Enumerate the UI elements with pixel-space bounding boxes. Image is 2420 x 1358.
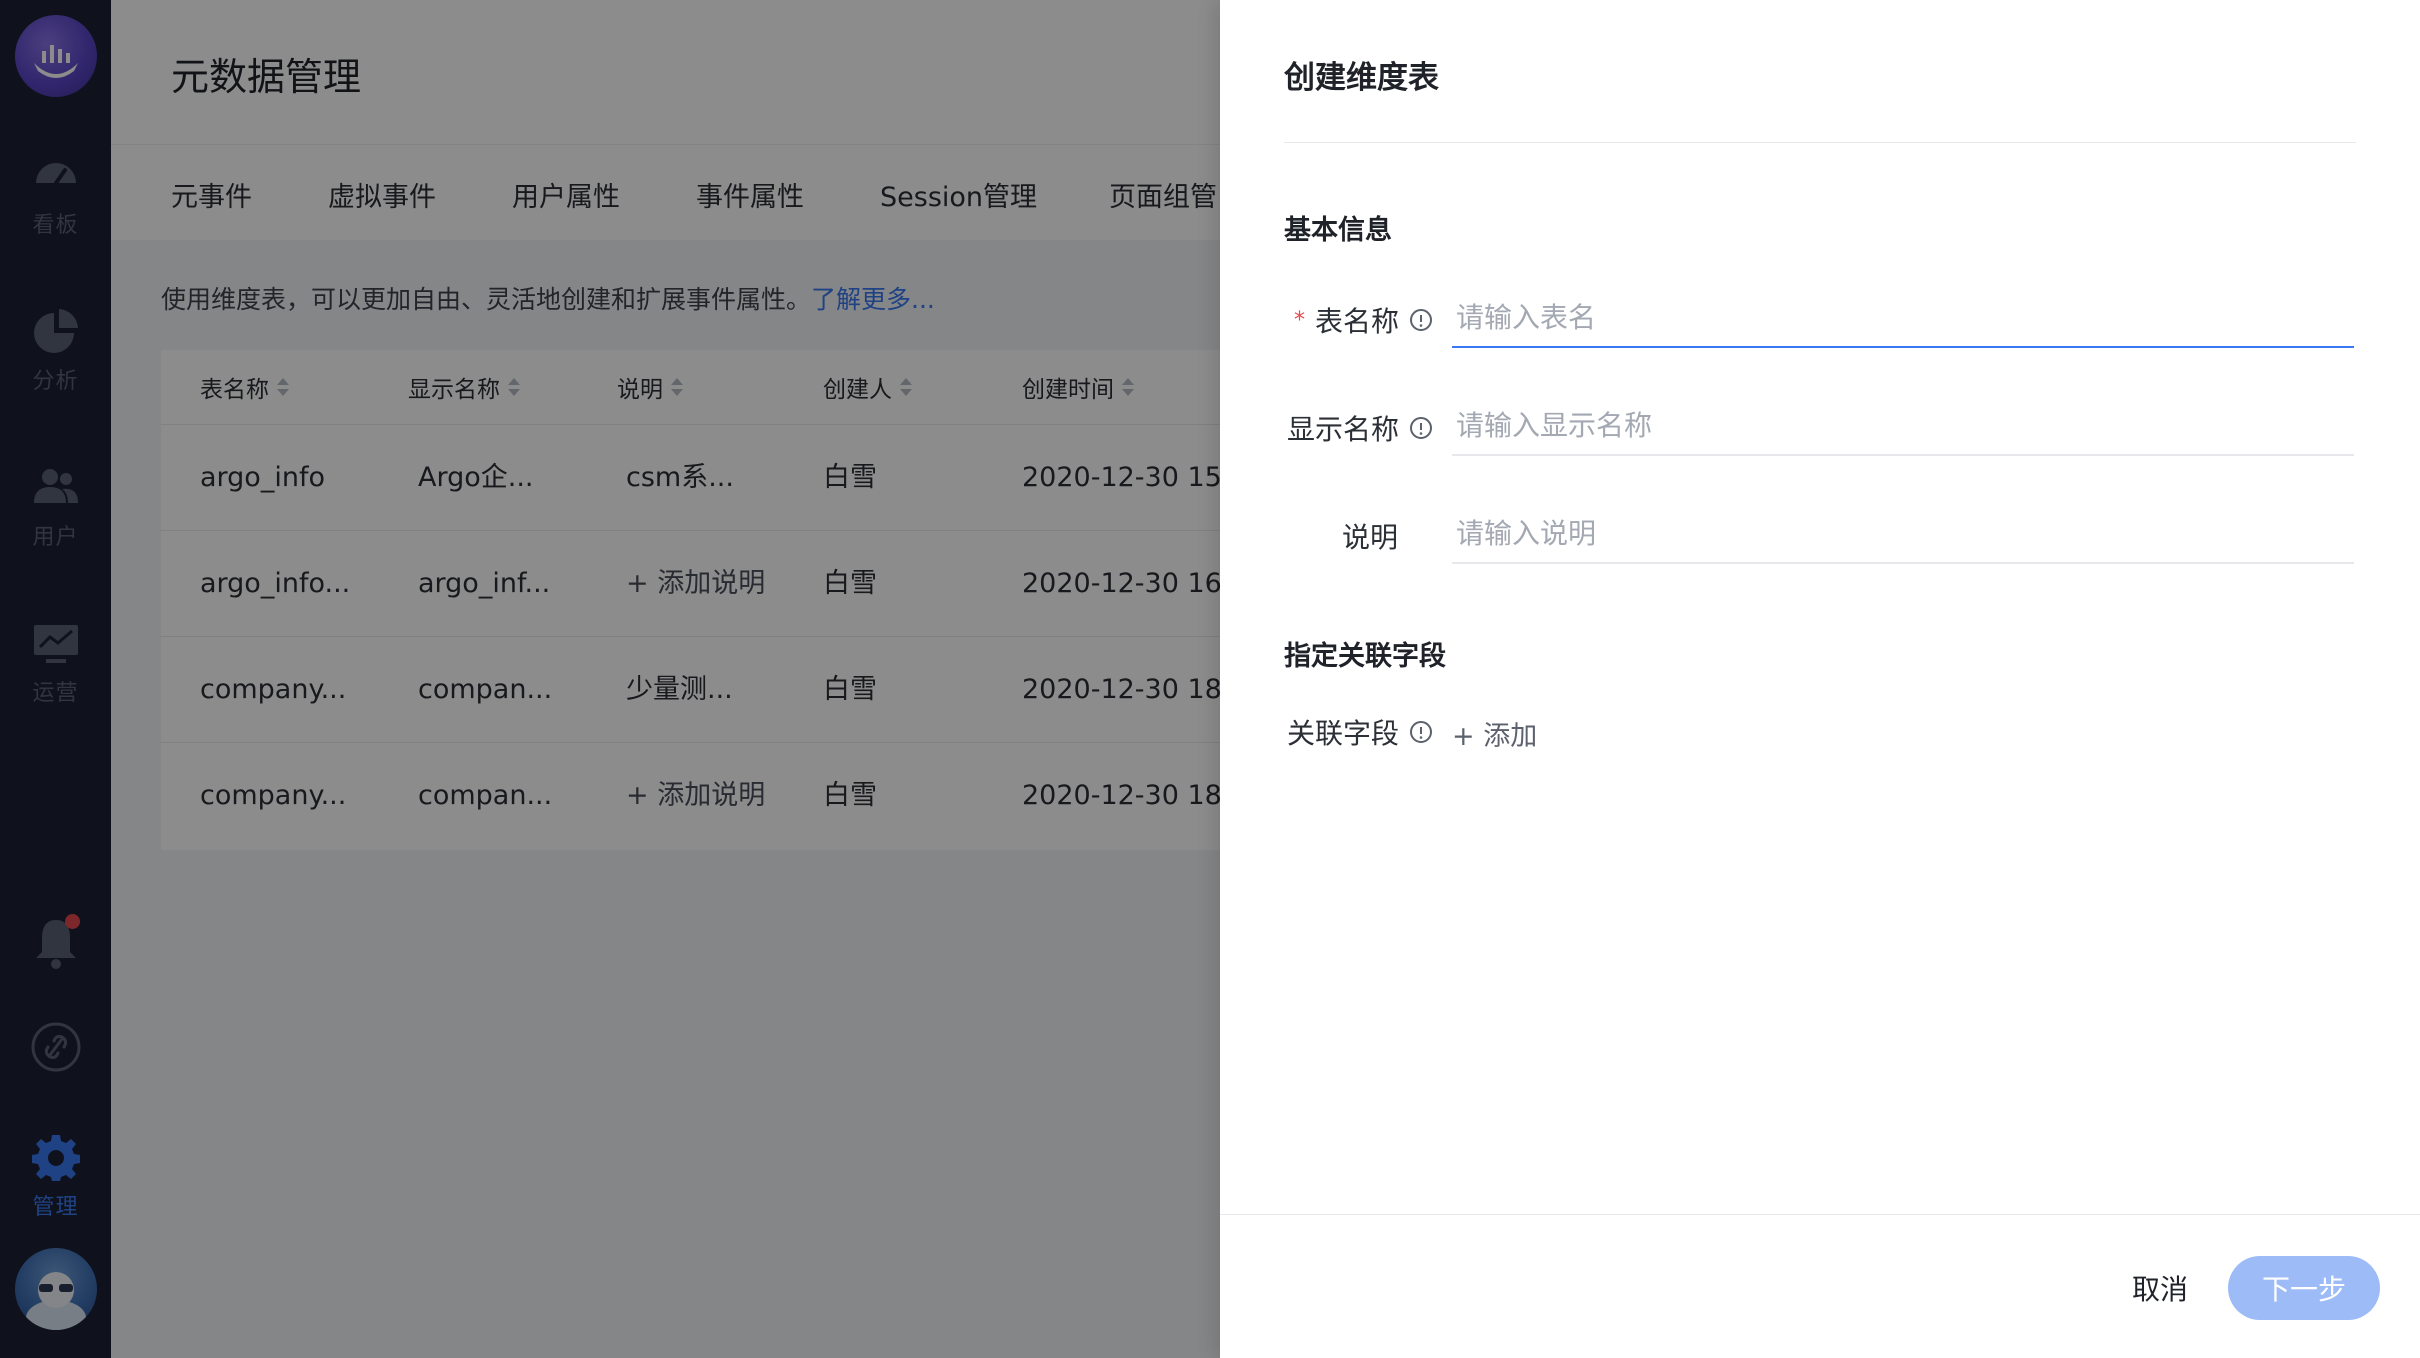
- display-name-input[interactable]: [1452, 396, 2354, 456]
- drawer-title: 创建维度表: [1284, 60, 1439, 96]
- description-input[interactable]: [1452, 504, 2354, 564]
- cancel-button[interactable]: 取消: [2112, 1256, 2208, 1320]
- label-text: 显示名称: [1287, 413, 1400, 446]
- table-name-input[interactable]: [1452, 288, 2354, 348]
- section-basic-info: 基本信息: [1284, 215, 1392, 246]
- required-mark: *: [1294, 307, 1305, 333]
- display-name-label: 显示名称: [1287, 408, 1433, 448]
- section-association: 指定关联字段: [1284, 641, 1446, 672]
- info-icon[interactable]: [1409, 308, 1433, 332]
- label-text: 说明: [1342, 521, 1399, 554]
- label-text: 关联字段: [1287, 717, 1400, 750]
- info-icon[interactable]: [1409, 720, 1433, 744]
- modal-mask[interactable]: [0, 0, 1220, 1358]
- footer-divider: [1220, 1214, 2420, 1215]
- add-association-button[interactable]: + 添加: [1452, 714, 1537, 753]
- app-root: 看板 分析 用户 运营 管理 元数据管理 元事件 虚拟事件 用户属性 事件属性 …: [0, 0, 2420, 1358]
- label-text: 表名称: [1315, 305, 1400, 338]
- description-label: 说明: [1342, 516, 1398, 556]
- table-name-label: * 表名称: [1294, 300, 1433, 340]
- next-step-button[interactable]: 下一步: [2228, 1256, 2380, 1320]
- divider: [1284, 142, 2356, 143]
- create-dimension-table-drawer: 创建维度表 基本信息 指定关联字段: [1220, 0, 2420, 1358]
- info-icon[interactable]: [1409, 416, 1433, 440]
- association-field-label: 关联字段: [1287, 712, 1433, 752]
